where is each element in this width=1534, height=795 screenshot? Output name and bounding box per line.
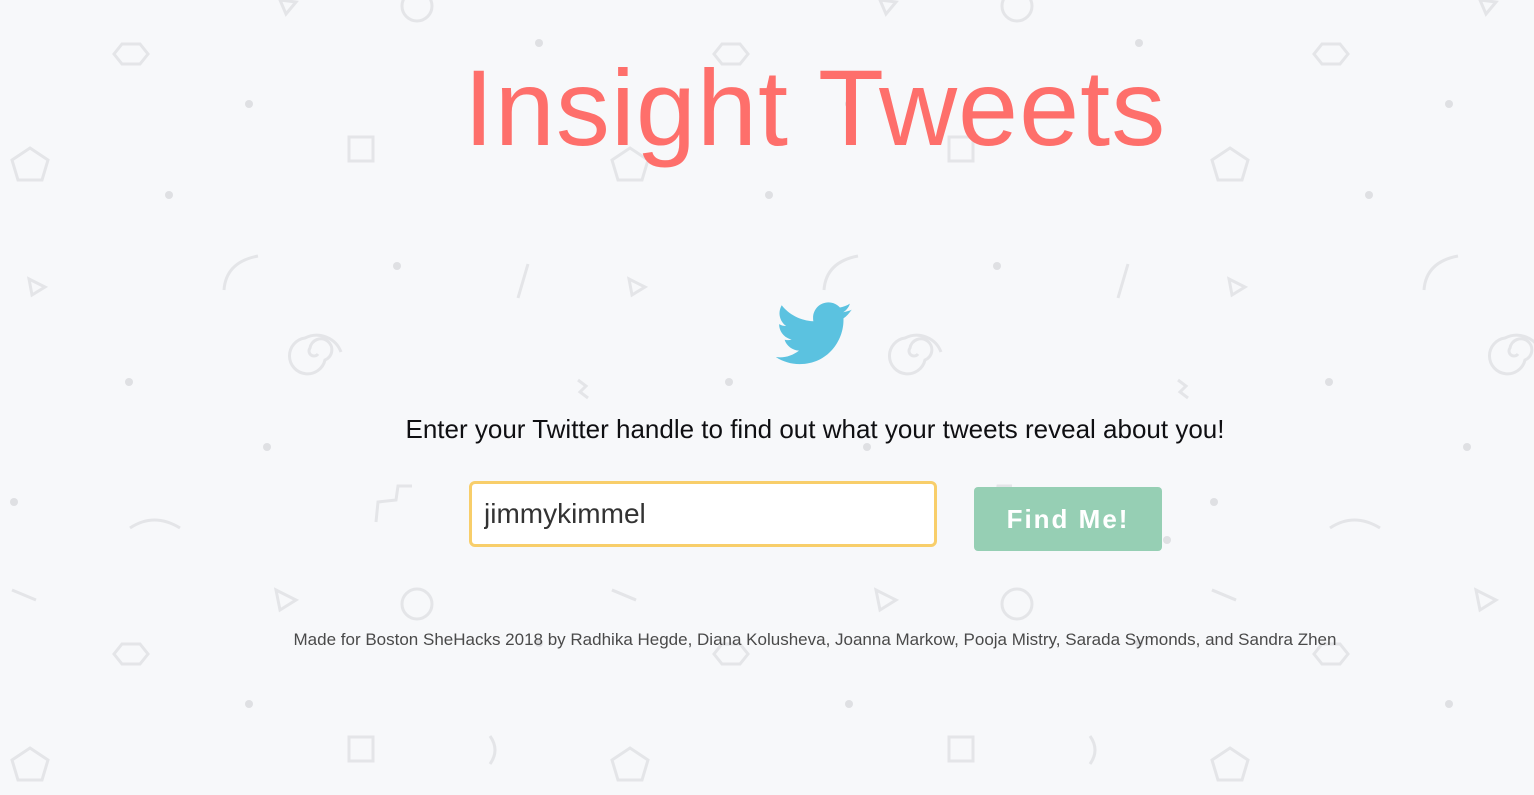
- find-me-button[interactable]: Find Me!: [974, 487, 1162, 551]
- main-content: Insight Tweets Enter your Twitter handle…: [0, 0, 1534, 795]
- twitter-handle-input[interactable]: [469, 481, 937, 547]
- page-title: Insight Tweets: [463, 47, 1167, 168]
- twitter-bird-icon: [776, 302, 853, 365]
- credits-footer: Made for Boston SheHacks 2018 by Radhika…: [293, 630, 1337, 649]
- tagline: Enter your Twitter handle to find out wh…: [405, 414, 1225, 444]
- page: Insight Tweets Enter your Twitter handle…: [0, 0, 1534, 795]
